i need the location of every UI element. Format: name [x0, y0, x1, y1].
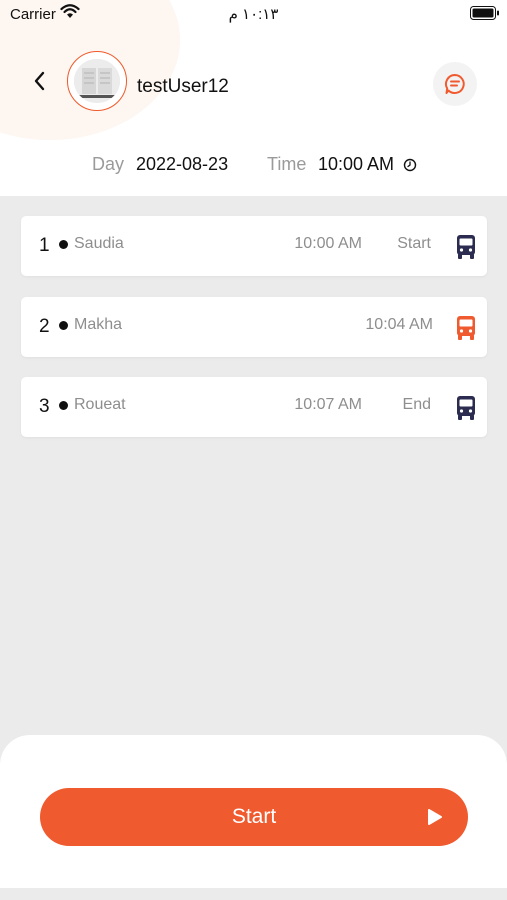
stop-time: 10:00 AM	[294, 235, 362, 252]
stop-card[interactable]: 3 Roueat 10:07 AM End	[21, 377, 487, 437]
chat-button[interactable]	[433, 62, 477, 106]
time-value[interactable]: 10:00 AM	[318, 154, 394, 175]
chat-icon	[445, 74, 465, 94]
avatar[interactable]	[67, 51, 127, 111]
start-button-label: Start	[231, 805, 277, 828]
stop-tag: End	[402, 396, 431, 413]
stop-time: 10:04 AM	[365, 316, 433, 333]
battery-icon	[470, 6, 499, 20]
bus-icon	[457, 396, 475, 420]
stop-tag: Start	[397, 235, 431, 252]
play-icon	[428, 809, 442, 825]
stop-card[interactable]: 1 Saudia 10:00 AM Start	[21, 216, 487, 276]
stop-name: Makha	[74, 316, 123, 333]
bus-icon	[457, 316, 475, 340]
status-time: ١٠:١٣ م	[228, 6, 279, 23]
stop-dot	[59, 401, 68, 410]
start-button[interactable]: Start	[40, 788, 468, 846]
header-area: Carrier ١٠:١٣ م testUser12 Day 2022-08-2…	[0, 0, 507, 196]
stop-index: 2	[39, 316, 50, 337]
stop-dot	[59, 321, 68, 330]
bus-icon	[457, 235, 475, 259]
time-label: Time	[267, 154, 307, 174]
day-label: Day	[92, 154, 125, 174]
stop-card[interactable]: 2 Makha 10:04 AM	[21, 297, 487, 357]
stop-name: Saudia	[74, 235, 124, 252]
stop-name: Roueat	[74, 396, 126, 413]
avatar-image	[74, 59, 120, 103]
username: testUser12	[137, 76, 229, 97]
stop-index: 3	[39, 396, 50, 417]
status-bar: Carrier ١٠:١٣ م	[0, 0, 507, 28]
stop-dot	[59, 240, 68, 249]
stop-time: 10:07 AM	[294, 396, 362, 413]
day-value: 2022-08-23	[136, 154, 229, 174]
clock-icon[interactable]	[403, 158, 417, 172]
back-chevron-icon[interactable]	[28, 68, 52, 94]
stop-index: 1	[39, 235, 50, 256]
